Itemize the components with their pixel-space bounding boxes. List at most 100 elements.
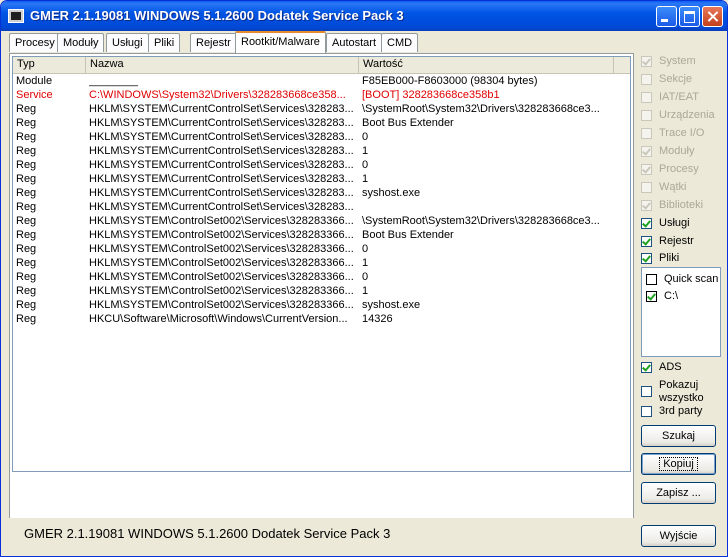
option-biblioteki[interactable]: Biblioteki [639,198,725,214]
cell-name: HKLM\SYSTEM\CurrentControlSet\Services\3… [89,201,354,213]
option-sekcje[interactable]: Sekcje [639,72,725,88]
cell-type: Reg [16,159,37,171]
tab-moduly[interactable]: Moduły [57,33,105,52]
close-button[interactable] [702,6,723,27]
tab-panel: Typ Nazwa Wartość Module ________ F85EB000… [9,53,634,520]
table-row[interactable]: Reg HKLM\SYSTEM\ControlSet002\Services\32… [13,228,630,242]
checkbox[interactable] [646,274,657,285]
checkbox[interactable] [641,74,652,85]
tab-rejestr[interactable]: Rejestr [190,33,237,52]
option-uslugi[interactable]: Usługi [639,216,725,232]
checkbox[interactable] [641,128,652,139]
cell-value: 1 [362,173,369,185]
checkbox[interactable] [641,200,652,211]
tab-cmd[interactable]: CMD [381,33,419,52]
cell-value: [BOOT] 328283668ce358b1 [362,89,500,101]
cell-type: Reg [16,285,37,297]
checkbox[interactable] [641,164,652,175]
scan-button[interactable]: Szukaj [641,425,716,447]
cell-type: Reg [16,187,37,199]
cell-type: Reg [16,229,37,241]
cell-value: Boot Bus Extender [362,117,454,129]
table-row[interactable]: Reg HKLM\SYSTEM\ControlSet002\Services\32… [13,298,630,312]
checkbox[interactable] [641,182,652,193]
title-bar[interactable]: GMER 2.1.19081 WINDOWS 5.1.2600 Dodatek … [1,1,727,31]
scan-targets-list[interactable]: Quick scan C:\ [641,267,721,357]
tab-uslugi[interactable]: Usługi [106,33,149,52]
checkbox[interactable] [641,146,652,157]
cell-type: Reg [16,271,37,283]
cell-value: 0 [362,159,369,171]
option-procesy[interactable]: Procesy [639,162,725,178]
checkbox[interactable] [641,406,652,417]
option-label: Biblioteki [659,199,704,211]
table-row[interactable]: Reg HKLM\SYSTEM\ControlSet002\Services\32… [13,242,630,256]
table-row[interactable]: Reg HKLM\SYSTEM\CurrentControlSet\Service… [13,102,630,116]
checkbox[interactable] [641,56,652,67]
table-row[interactable]: Reg HKLM\SYSTEM\ControlSet002\Services\32… [13,214,630,228]
minimize-button[interactable] [656,6,677,27]
table-row[interactable]: Reg HKLM\SYSTEM\CurrentControlSet\Service… [13,144,630,158]
table-row[interactable]: Reg HKLM\SYSTEM\CurrentControlSet\Service… [13,172,630,186]
option-watki[interactable]: Wątki [639,180,725,196]
cell-name: HKLM\SYSTEM\ControlSet002\Services\32828… [89,229,354,241]
option-trace-io[interactable]: Trace I/O [639,126,725,142]
table-row[interactable]: Reg HKLM\SYSTEM\ControlSet002\Services\32… [13,270,630,284]
option-show-all[interactable]: Pokazuj wszystko [639,378,725,406]
tab-procesy[interactable]: Procesy [9,33,61,52]
tab-autostart[interactable]: Autostart [326,33,383,52]
table-row[interactable]: Reg HKLM\SYSTEM\CurrentControlSet\Service… [13,158,630,172]
cell-type: Reg [16,117,37,129]
table-row[interactable]: Reg HKLM\SYSTEM\ControlSet002\Services\32… [13,284,630,298]
cell-name: HKLM\SYSTEM\ControlSet002\Services\32828… [89,271,354,283]
table-row[interactable]: Reg HKLM\SYSTEM\CurrentControlSet\Service… [13,200,630,214]
scan-drive-c[interactable]: C:\ [644,289,727,305]
table-row[interactable]: Module ________ F85EB000-F8603000 (98304 b… [13,74,630,88]
option-ads[interactable]: ADS [639,360,725,376]
checkbox[interactable] [641,362,652,373]
option-rejestr[interactable]: Rejestr [639,234,725,250]
option-label: Wątki [659,181,687,193]
table-row[interactable]: Reg HKLM\SYSTEM\CurrentControlSet\Service… [13,116,630,130]
exit-button[interactable]: Wyjście [641,525,716,547]
tab-pliki[interactable]: Pliki [148,33,181,52]
option-label: Procesy [659,163,699,175]
option-pliki[interactable]: Pliki [639,251,725,267]
cell-type: Reg [16,243,37,255]
option-3rd-party[interactable]: 3rd party [639,404,725,420]
checkbox[interactable] [641,236,652,247]
table-row[interactable]: Reg HKLM\SYSTEM\ControlSet002\Services\32… [13,256,630,270]
option-system[interactable]: System [639,54,725,70]
column-header-nazwa[interactable]: Nazwa [86,57,359,73]
option-urzadzenia[interactable]: Urządzenia [639,108,725,124]
table-row[interactable]: Reg HKLM\SYSTEM\CurrentControlSet\Service… [13,130,630,144]
cell-value: 0 [362,271,369,283]
column-header-wartosc[interactable]: Wartość [359,57,614,73]
table-row[interactable]: Service C:\WINDOWS\System32\Drivers\32828… [13,88,630,102]
tab-rootkit-malware[interactable]: Rootkit/Malware [235,31,326,53]
results-list[interactable]: Typ Nazwa Wartość Module ________ F85EB000… [12,56,631,472]
checkbox[interactable] [641,110,652,121]
maximize-button[interactable] [679,6,700,27]
save-button[interactable]: Zapisz ... [641,482,716,504]
cell-value: syshost.exe [362,299,421,311]
checkbox[interactable] [646,291,657,302]
column-header-typ[interactable]: Typ [13,57,86,73]
cell-type: Module [16,75,53,87]
scan-quick-scan[interactable]: Quick scan [644,272,727,288]
cell-type: Reg [16,201,37,213]
option-moduly[interactable]: Moduły [639,144,725,160]
checkbox[interactable] [641,92,652,103]
cell-name: C:\WINDOWS\System32\Drivers\328283668ce3… [89,89,346,101]
table-row[interactable]: Reg HKLM\SYSTEM\CurrentControlSet\Service… [13,186,630,200]
copy-button[interactable]: Kopiuj [641,453,716,475]
checkbox[interactable] [641,386,652,397]
cell-value: 1 [362,285,369,297]
option-label: ADS [659,361,682,373]
checkbox[interactable] [641,218,652,229]
option-label: IAT/EAT [659,91,699,103]
cell-type: Reg [16,299,37,311]
checkbox[interactable] [641,253,652,264]
table-row[interactable]: Reg HKCU\Software\Microsoft\Windows\Curre… [13,312,630,326]
option-iat-eat[interactable]: IAT/EAT [639,90,725,106]
